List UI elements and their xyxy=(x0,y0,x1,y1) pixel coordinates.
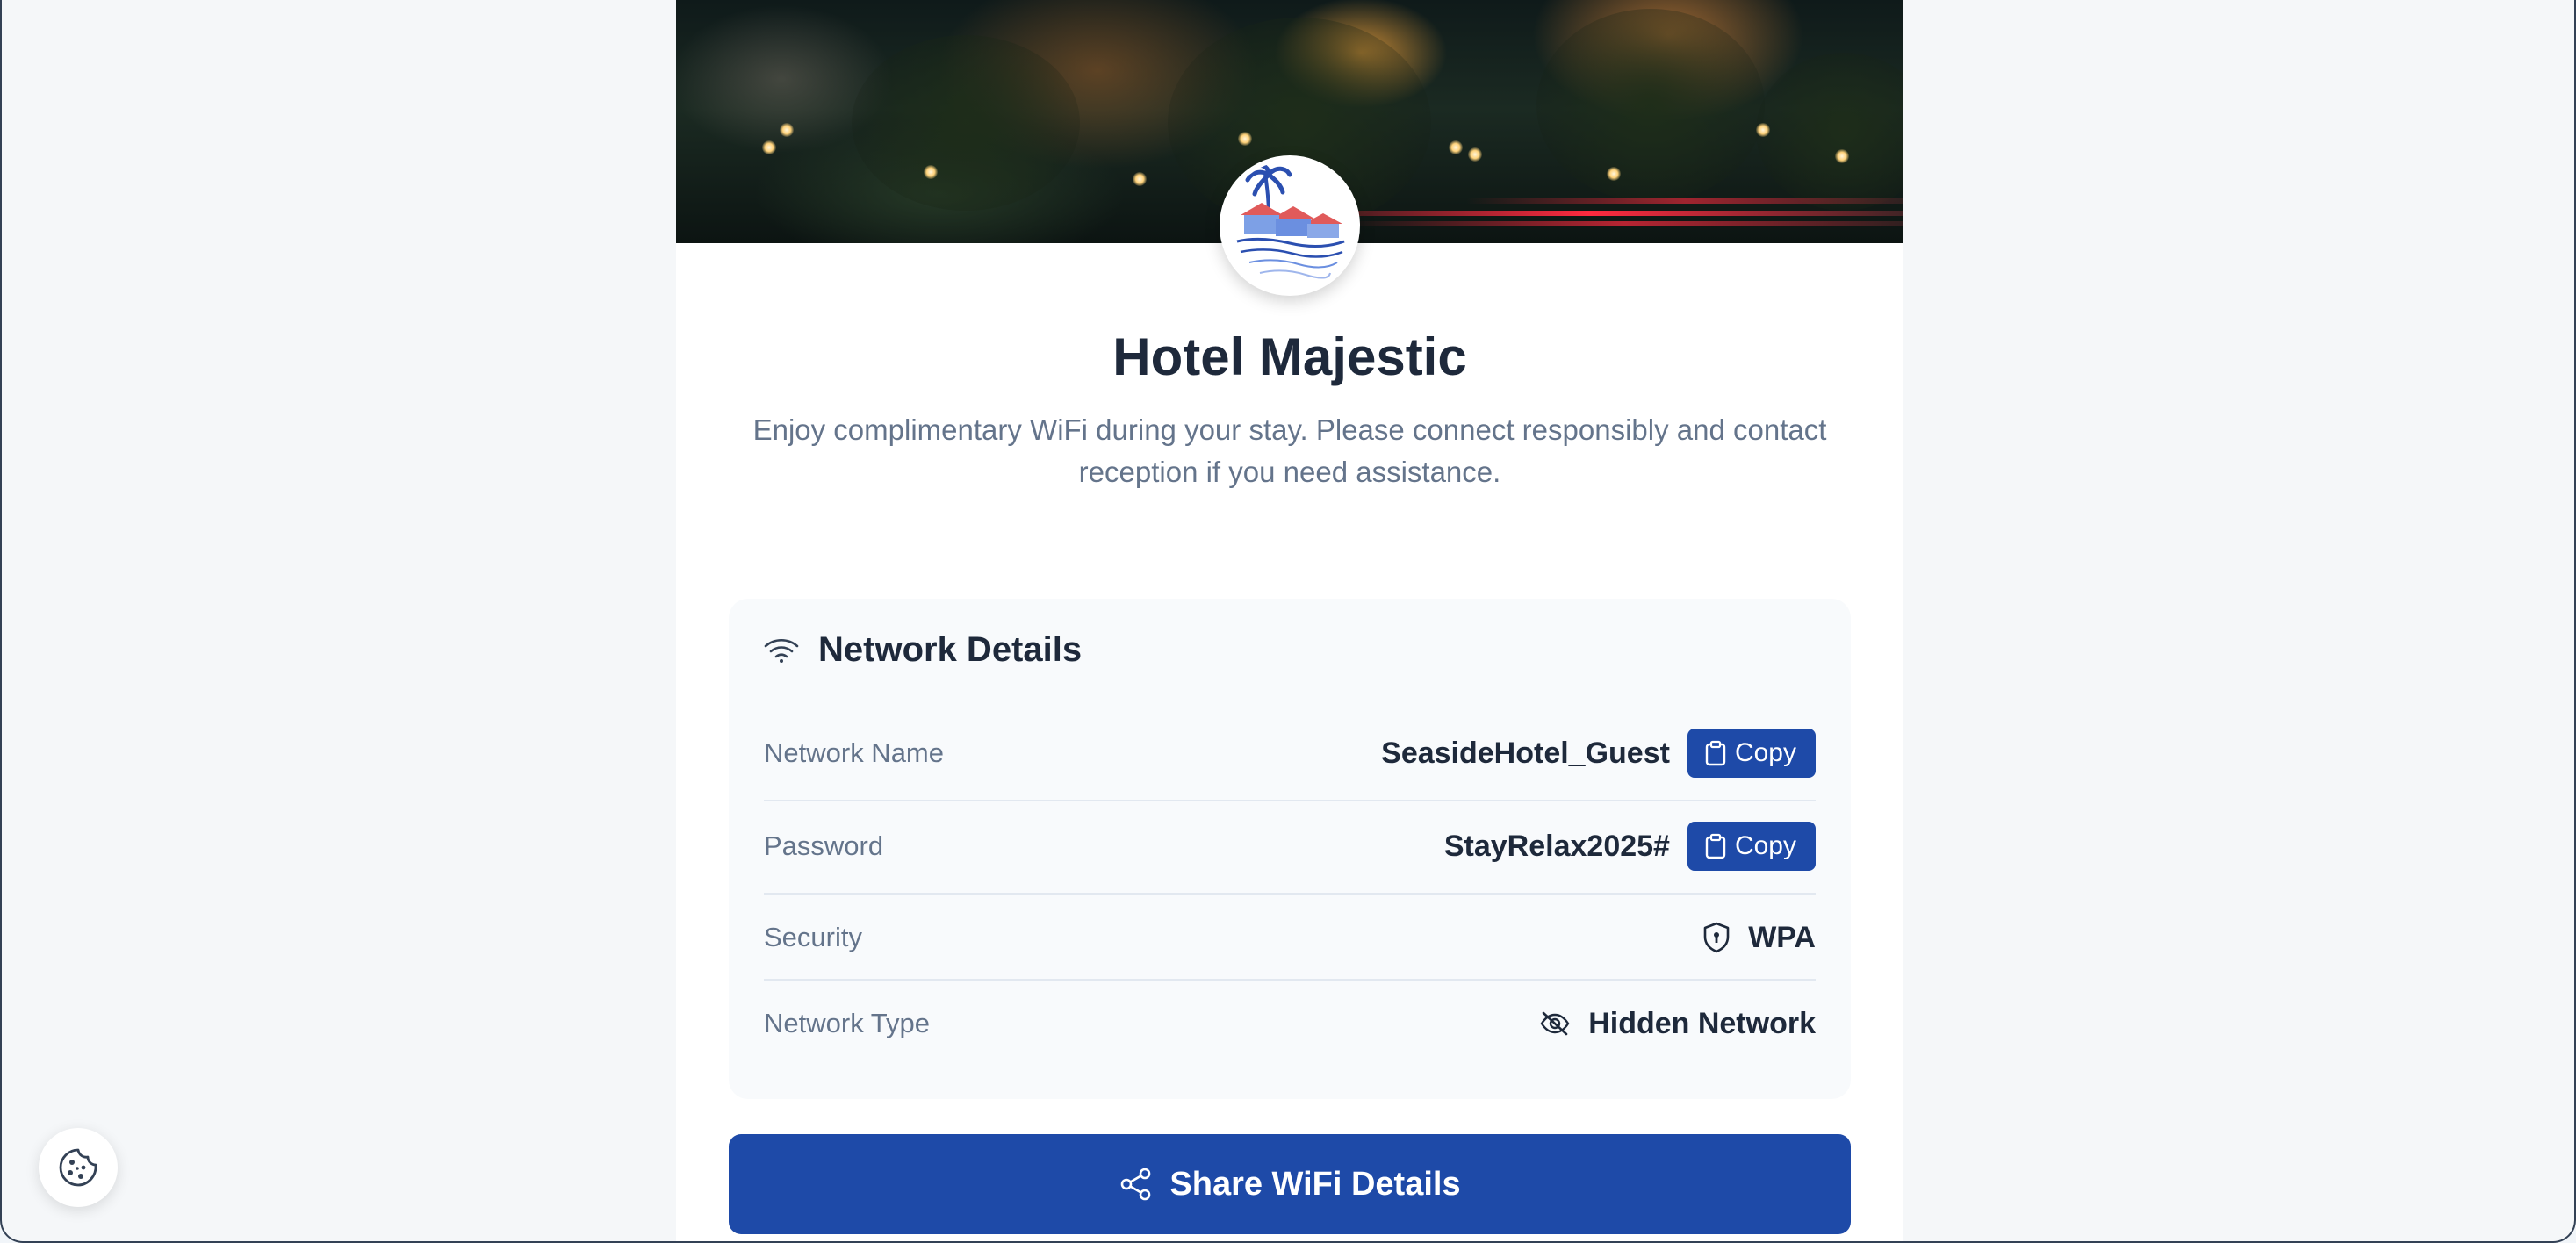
wifi-icon xyxy=(764,638,799,663)
network-type-value: Hidden Network xyxy=(1588,1006,1816,1040)
network-type-label: Network Type xyxy=(764,1008,930,1038)
share-icon xyxy=(1121,1168,1151,1201)
copy-password-button[interactable]: Copy xyxy=(1687,822,1816,871)
hotel-description: Enjoy complimentary WiFi during your sta… xyxy=(752,413,1827,488)
network-name-label: Network Name xyxy=(764,737,944,768)
eye-off-icon xyxy=(1540,1011,1570,1036)
security-value: WPA xyxy=(1748,920,1816,954)
network-details-heading: Network Details xyxy=(818,630,1083,669)
copy-password-label: Copy xyxy=(1734,831,1796,860)
password-row: Password StayRelax2025# Copy xyxy=(764,822,1816,871)
share-wifi-button[interactable]: Share WiFi Details xyxy=(729,1134,1851,1234)
cookie-icon xyxy=(59,1148,97,1187)
network-type-row: Network Type Hidden Network xyxy=(764,1002,1816,1045)
clipboard-icon xyxy=(1705,740,1726,766)
hotel-name: Hotel Majestic xyxy=(1112,327,1467,386)
network-details-panel: Network Details Network Name SeasideHote… xyxy=(729,599,1851,1099)
divider xyxy=(764,800,1816,801)
password-label: Password xyxy=(764,830,884,861)
page-frame: Hotel Majestic Enjoy complimentary WiFi … xyxy=(0,0,2576,1243)
shield-icon xyxy=(1703,922,1730,953)
cookie-settings-button[interactable] xyxy=(39,1128,118,1207)
copy-network-name-label: Copy xyxy=(1734,738,1796,767)
network-details-header: Network Details xyxy=(764,630,1082,670)
clipboard-icon xyxy=(1705,833,1726,859)
network-name-row: Network Name SeasideHotel_Guest Copy xyxy=(764,729,1816,778)
share-wifi-label: Share WiFi Details xyxy=(1169,1165,1461,1203)
password-value: StayRelax2025# xyxy=(1443,829,1670,863)
network-name-value: SeasideHotel_Guest xyxy=(1381,736,1670,770)
security-row: Security WPA xyxy=(764,916,1816,959)
copy-network-name-button[interactable]: Copy xyxy=(1687,729,1816,778)
divider xyxy=(764,893,1816,895)
divider xyxy=(764,979,1816,981)
security-label: Security xyxy=(764,922,862,952)
beach-resort-logo-icon xyxy=(1225,161,1355,291)
hotel-logo xyxy=(1220,155,1360,296)
